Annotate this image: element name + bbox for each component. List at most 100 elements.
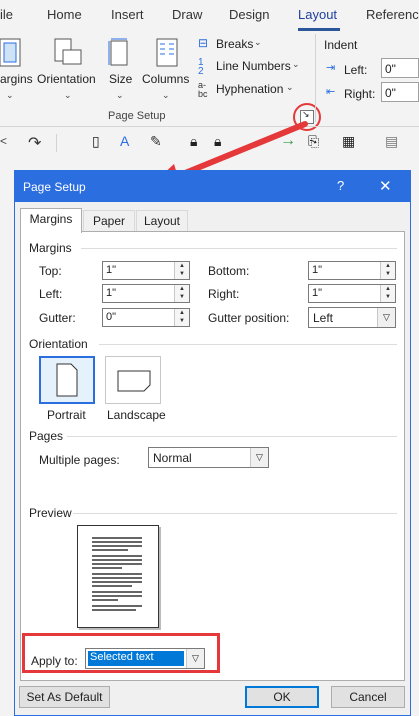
portrait-icon [56, 363, 78, 397]
orientation-icon [54, 38, 82, 65]
close-button[interactable]: ✕ [379, 177, 392, 195]
chevron-down-icon[interactable]: ▽ [377, 308, 395, 327]
preview-page [77, 525, 159, 628]
columns-icon [156, 38, 178, 67]
margins-tab-panel: Margins Top: 1" ▲ ▼ Bottom: 1" ▲ ▼ Left: 1… [20, 231, 405, 681]
top-label: Top: [39, 264, 62, 278]
group-separator [315, 34, 316, 122]
indent-right-label: Right: [344, 87, 376, 101]
chevron-down-icon: ⌄ [286, 82, 294, 92]
spinner-arrows[interactable]: ▲ ▼ [174, 309, 189, 326]
toolbar-separator [56, 134, 57, 152]
dialog-titlebar[interactable]: Page Setup ? ✕ [15, 171, 410, 202]
spin-up-icon[interactable]: ▲ [175, 309, 189, 317]
tab-home[interactable]: Home [47, 7, 82, 22]
document-icon[interactable]: ▯ [92, 133, 100, 150]
top-margin-value: 1" [106, 264, 117, 276]
chevron-down-icon: ⌄ [6, 90, 14, 100]
spin-down-icon[interactable]: ▼ [381, 293, 395, 301]
size-label: Size [109, 72, 133, 86]
tab-design[interactable]: Design [229, 7, 269, 22]
size-icon [108, 38, 128, 66]
tab-margins[interactable]: Margins [20, 208, 82, 233]
margins-label: argins [0, 72, 33, 86]
spinner-arrows[interactable]: ▲ ▼ [174, 262, 189, 279]
dialog-title: Page Setup [23, 180, 86, 194]
gutter-position-select[interactable]: Left ▽ [308, 307, 396, 328]
spin-up-icon[interactable]: ▲ [175, 262, 189, 270]
gutter-position-value: Left [313, 311, 334, 325]
gutter-label: Gutter: [39, 311, 76, 325]
landscape-label: Landscape [107, 408, 166, 422]
line-numbers-button[interactable]: 12 Line Numbers ⌄ [198, 57, 308, 77]
spin-up-icon[interactable]: ▲ [175, 285, 189, 293]
spelling-icon[interactable]: A [120, 133, 129, 149]
indent-left-icon: ⇥ [326, 62, 336, 74]
table-icon[interactable]: ▦ [342, 133, 355, 150]
bottom-margin-field[interactable]: 1" ▲ ▼ [308, 261, 396, 280]
indent-right-field[interactable]: 0" [381, 82, 419, 102]
tab-layout[interactable]: Layout [136, 210, 188, 231]
tab-draw[interactable]: Draw [172, 7, 202, 22]
breaks-label: Breaks [216, 37, 254, 51]
right-margin-field[interactable]: 1" ▲ ▼ [308, 284, 396, 303]
left-margin-value: 1" [106, 287, 117, 299]
breaks-icon: ⊟ [198, 36, 209, 50]
tab-references[interactable]: Referenc [366, 7, 419, 22]
preview-text-lines [92, 537, 142, 611]
help-button[interactable]: ? [337, 178, 344, 193]
chevron-down-icon: ⌄ [116, 90, 124, 100]
grid-icon[interactable]: ▤ [385, 133, 398, 150]
tab-insert[interactable]: Insert [111, 7, 144, 22]
annotation-box [22, 633, 220, 673]
redo-icon[interactable]: ↷ [28, 133, 41, 153]
tab-layout[interactable]: Layout [298, 7, 337, 22]
margins-button[interactable]: argins ⌄ [0, 38, 33, 108]
landscape-option[interactable] [105, 356, 161, 404]
right-label: Right: [208, 287, 240, 301]
left-label: Left: [39, 287, 63, 301]
spin-up-icon[interactable]: ▲ [381, 285, 395, 293]
top-margin-field[interactable]: 1" ▲ ▼ [102, 261, 190, 280]
hyphenation-button[interactable]: a-bc Hyphenation ⌄ [198, 81, 308, 99]
set-as-default-button[interactable]: Set As Default [19, 686, 110, 708]
chevron-left-icon: < [0, 134, 8, 148]
line-numbers-icon: 12 [198, 57, 204, 77]
multiple-pages-select[interactable]: Normal ▽ [148, 447, 269, 468]
indent-right-icon: ⇤ [326, 86, 336, 98]
spin-down-icon[interactable]: ▼ [175, 270, 189, 278]
ok-button[interactable]: OK [245, 686, 319, 708]
indent-left-field[interactable]: 0" [381, 58, 419, 78]
tab-paper[interactable]: Paper [83, 210, 135, 231]
spin-up-icon[interactable]: ▲ [381, 262, 395, 270]
size-button[interactable]: Size ⌄ [106, 38, 136, 108]
gutter-field[interactable]: 0" ▲ ▼ [102, 308, 190, 327]
tab-file[interactable]: ile [0, 7, 13, 22]
section-divider [81, 248, 397, 249]
bottom-label: Bottom: [208, 264, 250, 278]
cancel-button[interactable]: Cancel [331, 686, 405, 708]
breaks-button[interactable]: ⊟ Breaks ⌄ [198, 36, 308, 54]
portrait-option[interactable] [39, 356, 95, 404]
chevron-down-icon[interactable]: ▽ [250, 448, 268, 467]
columns-button[interactable]: Columns ⌄ [142, 38, 192, 108]
bottom-margin-value: 1" [312, 264, 323, 276]
margins-icon [0, 38, 21, 67]
left-margin-field[interactable]: 1" ▲ ▼ [102, 284, 190, 303]
spin-down-icon[interactable]: ▼ [175, 317, 189, 325]
indent-left-label: Left: [344, 63, 368, 77]
spinner-arrows[interactable]: ▲ ▼ [174, 285, 189, 302]
preview-section-label: Preview [29, 506, 72, 520]
spinner-arrows[interactable]: ▲ ▼ [380, 285, 395, 302]
orientation-section-label: Orientation [29, 337, 88, 351]
chevron-down-icon: ⌄ [64, 90, 72, 100]
spin-down-icon[interactable]: ▼ [381, 270, 395, 278]
hyphenation-icon: a-bc [198, 80, 208, 99]
landscape-icon [117, 370, 151, 392]
spin-down-icon[interactable]: ▼ [175, 293, 189, 301]
columns-label: Columns [142, 72, 190, 86]
multiple-pages-label: Multiple pages: [39, 453, 120, 467]
spinner-arrows[interactable]: ▲ ▼ [380, 262, 395, 279]
portrait-label: Portrait [47, 408, 86, 422]
orientation-button[interactable]: Orientation ⌄ [37, 38, 99, 108]
